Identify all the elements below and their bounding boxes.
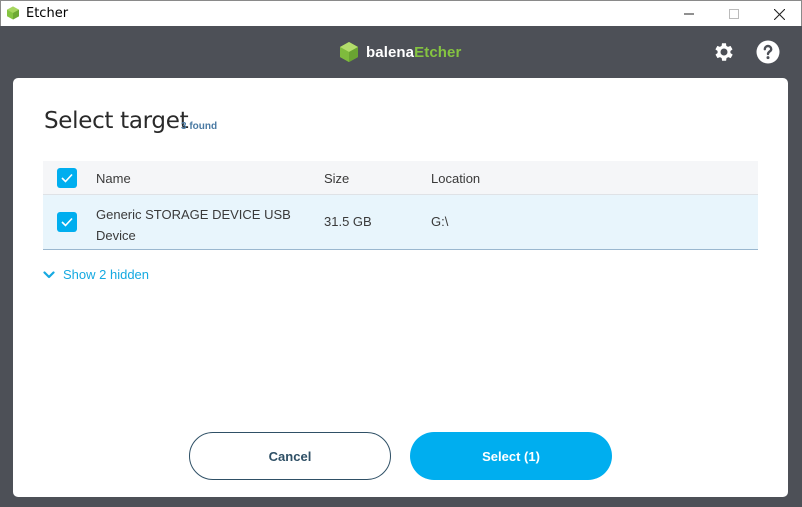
drive-name: Generic STORAGE DEVICE USB Device: [96, 207, 291, 243]
checkmark-icon: [61, 173, 73, 183]
checkmark-icon: [61, 217, 73, 227]
drives-table: Name Size Location Generic STORAGE DEVIC…: [43, 161, 758, 250]
app-header: balenaEtcher: [0, 26, 802, 78]
column-header-location[interactable]: Location: [431, 171, 480, 186]
window-title: Etcher: [26, 6, 69, 21]
show-hidden-label: Show 2 hidden: [63, 267, 150, 282]
question-icon: [756, 40, 780, 64]
drive-location: G:\: [431, 214, 449, 229]
gear-icon: [715, 43, 733, 61]
column-header-size[interactable]: Size: [324, 171, 349, 186]
found-count: 3 found: [181, 121, 218, 132]
brand-prefix: balena: [366, 43, 415, 61]
brand-logo: balenaEtcher: [338, 40, 461, 64]
show-hidden-link[interactable]: Show 2 hidden: [43, 267, 149, 282]
select-all-checkbox[interactable]: [57, 168, 77, 188]
modal-title: Select target: [44, 108, 189, 134]
etcher-cube-icon: [7, 6, 19, 20]
table-row[interactable]: Generic STORAGE DEVICE USB Device 31.5 G…: [43, 195, 758, 250]
close-button[interactable]: [756, 1, 802, 27]
drive-size: 31.5 GB: [324, 214, 372, 229]
window-titlebar: Etcher: [0, 0, 802, 26]
settings-button[interactable]: [711, 39, 737, 65]
maximize-icon: [729, 9, 739, 19]
chevron-down-icon: [43, 270, 55, 278]
maximize-button[interactable]: [711, 1, 757, 27]
column-header-name[interactable]: Name: [96, 171, 131, 186]
help-button[interactable]: [755, 39, 781, 65]
table-header: Name Size Location: [43, 161, 758, 195]
select-button[interactable]: Select (1): [410, 432, 612, 480]
select-target-modal: Select target 3 found Name Size Location…: [13, 78, 788, 497]
etcher-cube-icon: [340, 42, 358, 62]
minimize-icon: [684, 13, 694, 15]
brand-name: balenaEtcher: [366, 44, 461, 61]
minimize-button[interactable]: [666, 1, 712, 27]
cancel-button[interactable]: Cancel: [189, 432, 391, 480]
brand-suffix: Etcher: [414, 43, 462, 61]
close-icon: [773, 8, 785, 20]
row-checkbox[interactable]: [57, 212, 77, 232]
